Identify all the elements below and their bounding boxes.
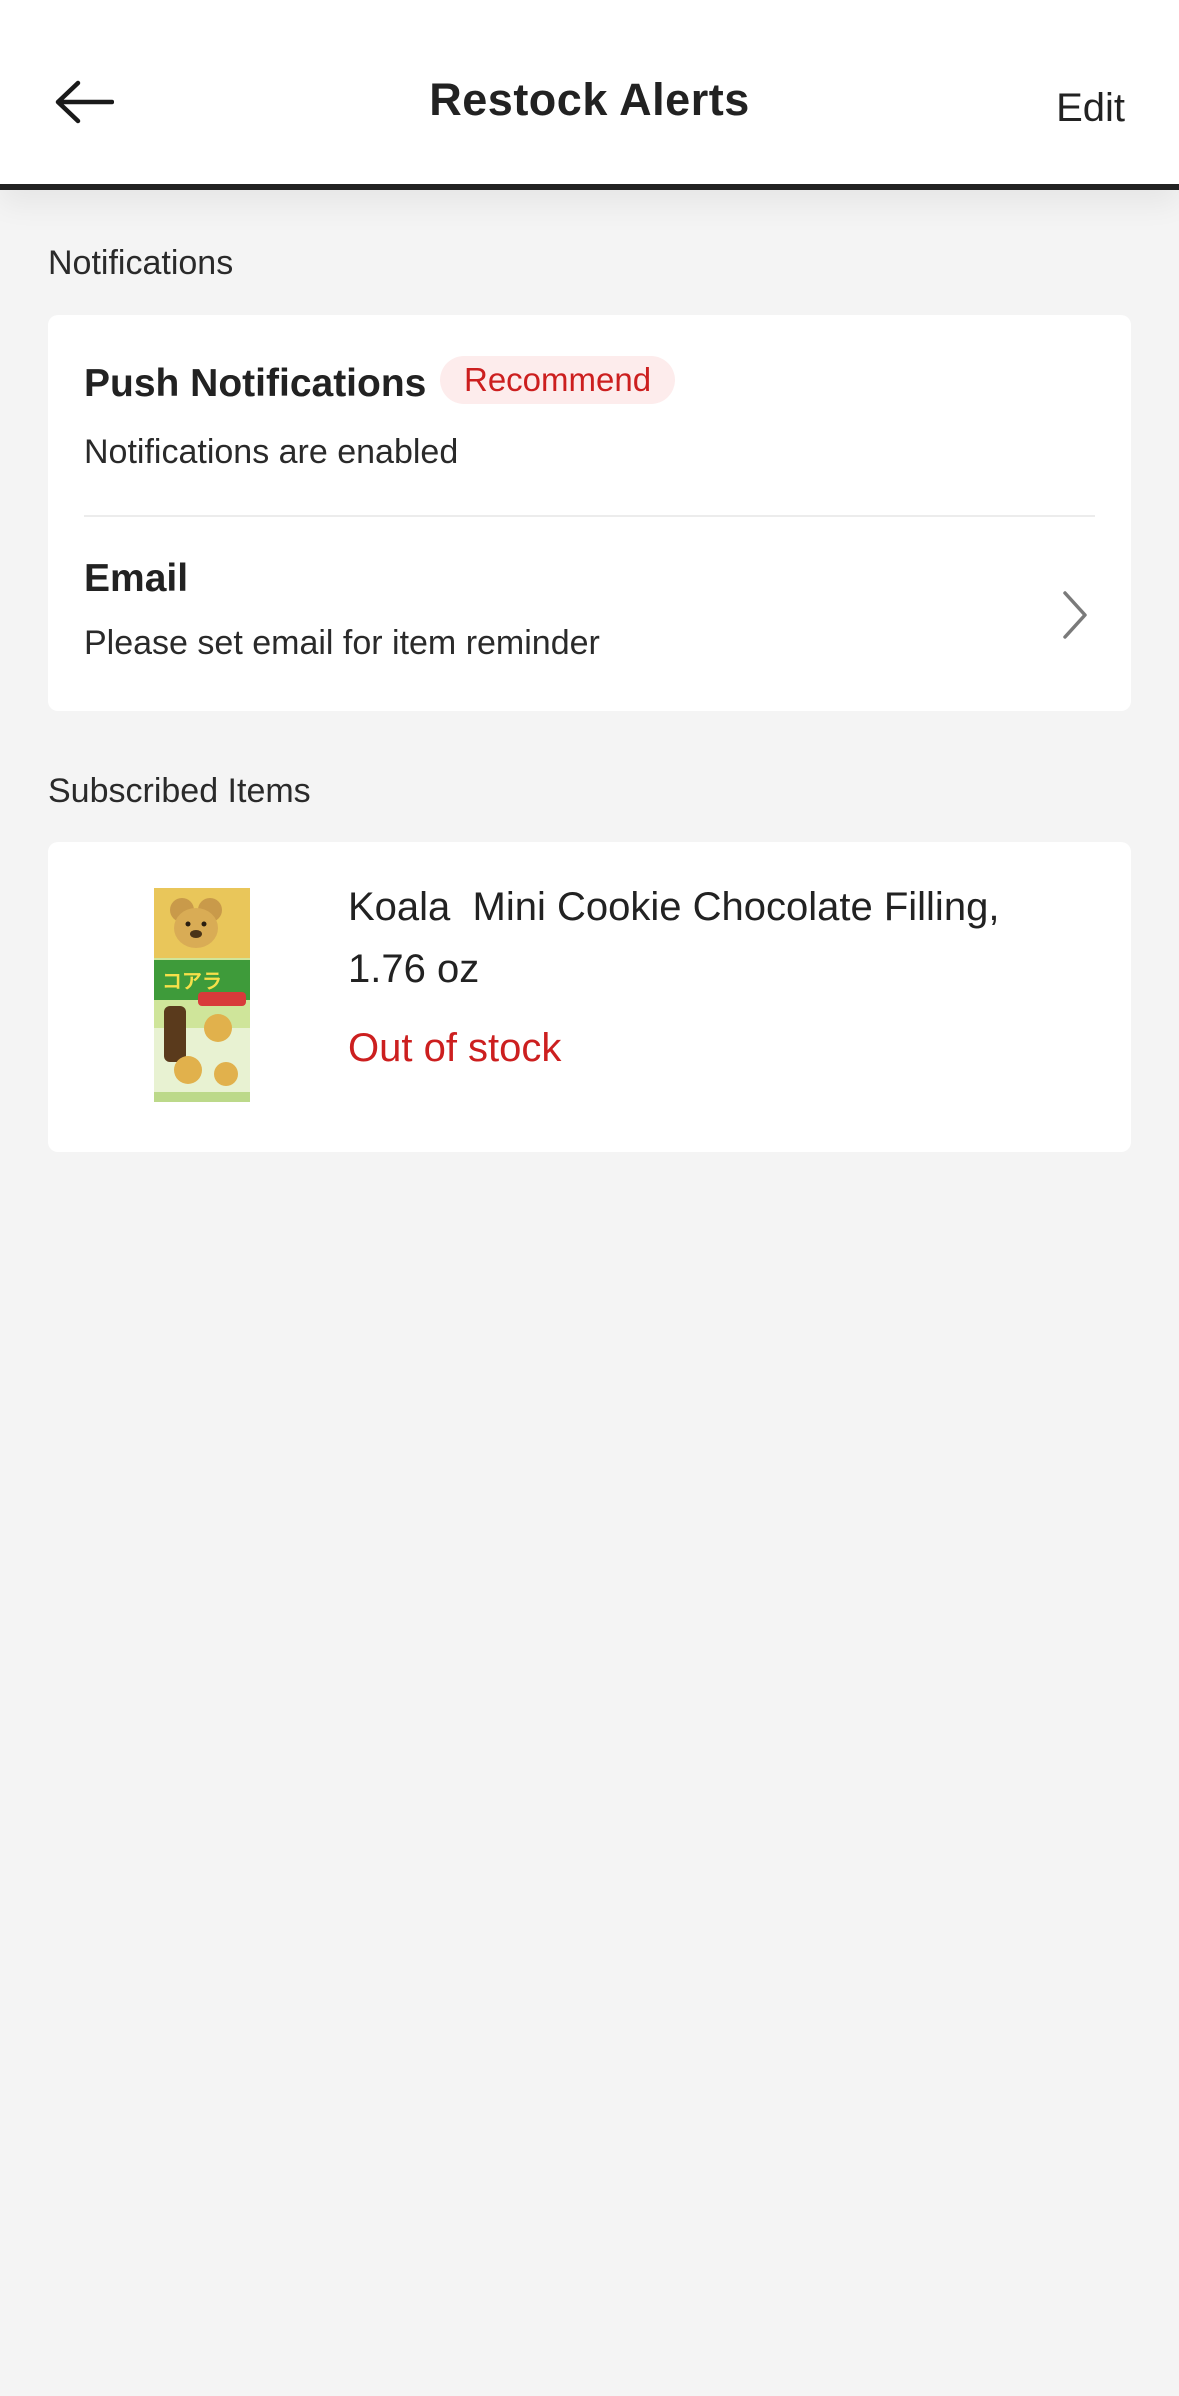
email-subtitle: Please set email for item reminder (84, 624, 600, 662)
email-settings-row[interactable]: Email Please set email for item reminder (48, 517, 1131, 711)
subscribed-items-section-label: Subscribed Items (48, 772, 311, 810)
top-app-bar: Restock Alerts Edit (0, 0, 1179, 190)
koala-cookie-box-image[interactable]: コアラ (152, 888, 252, 1102)
push-notifications-title: Push Notifications (84, 362, 427, 405)
chevron-right-icon (1063, 591, 1087, 639)
notifications-section-label: Notifications (48, 244, 234, 282)
product-name[interactable]: Koala Mini Cookie Chocolate Filling, 1.7… (348, 876, 1068, 1000)
stock-status: Out of stock (348, 1026, 562, 1070)
page-title: Restock Alerts (429, 74, 750, 125)
push-notifications-status: Notifications are enabled (84, 433, 459, 471)
notifications-card: Push Notifications Recommend Notificatio… (48, 315, 1131, 711)
subscribed-items-card: コアラ Koala Mini Cookie Chocolate Filling,… (48, 842, 1131, 1152)
edit-button[interactable]: Edit (1056, 80, 1125, 136)
email-title: Email (84, 557, 189, 600)
svg-text:コアラ: コアラ (162, 969, 222, 993)
recommend-badge: Recommend (440, 356, 676, 404)
